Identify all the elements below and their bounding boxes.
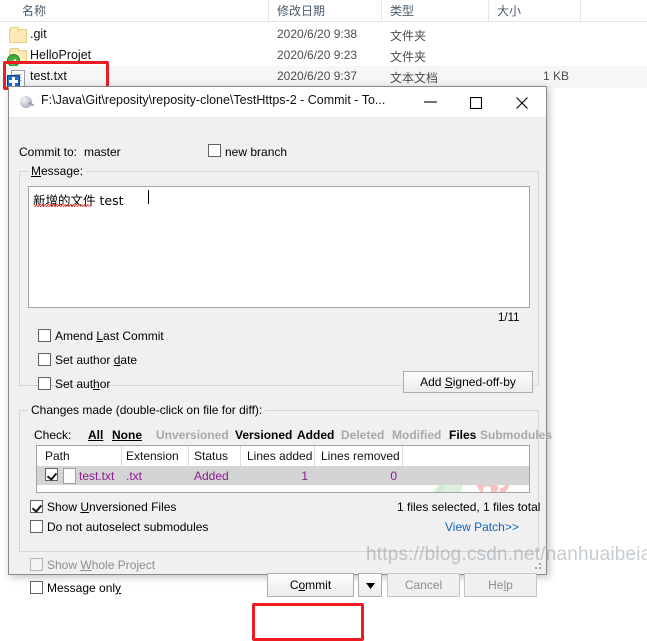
show-unversioned-files-checkbox[interactable] <box>30 500 43 513</box>
do-not-autoselect-submodules-label[interactable]: Do not autoselect submodules <box>47 520 208 534</box>
commit-button[interactable]: Commit <box>267 573 354 597</box>
explorer-row-test-txt[interactable]: test.txt 2020/6/20 9:37 文本文档 1 KB <box>0 66 647 88</box>
file-modified: 2020/6/20 9:23 <box>277 48 358 62</box>
table-header-path[interactable]: Path <box>45 449 70 463</box>
maximize-icon <box>470 97 482 109</box>
column-divider[interactable] <box>381 0 382 21</box>
file-modified: 2020/6/20 9:37 <box>277 69 358 83</box>
file-icon <box>63 468 76 484</box>
cell-extension: .txt <box>126 469 143 483</box>
minimize-icon <box>424 101 437 103</box>
message-caption: Message: <box>28 164 87 178</box>
table-header-status[interactable]: Status <box>194 449 228 463</box>
cell-lines-added: 1 <box>301 469 308 483</box>
explorer-row-git[interactable]: .git 2020/6/20 9:38 文件夹 <box>0 24 647 46</box>
changes-table[interactable]: Path Extension Status Lines added Lines … <box>36 445 530 493</box>
check-link-submodules: Submodules <box>480 428 553 442</box>
amend-last-commit-checkbox[interactable] <box>38 329 51 342</box>
column-header-size[interactable]: 大小 <box>497 2 521 19</box>
show-whole-project-label: Show Whole Project <box>47 558 156 572</box>
row-checkbox[interactable] <box>45 468 58 481</box>
file-type: 文件夹 <box>390 50 427 64</box>
new-branch-label[interactable]: new branch <box>225 145 287 159</box>
show-unversioned-files-label[interactable]: Show Unversioned Files <box>47 500 176 514</box>
help-button[interactable]: Help <box>464 573 537 597</box>
folder-modified-icon <box>7 48 27 67</box>
file-modified: 2020/6/20 9:38 <box>277 27 358 41</box>
check-link-versioned[interactable]: Versioned <box>235 428 292 442</box>
column-divider[interactable] <box>268 0 269 21</box>
amend-last-commit-label[interactable]: Amend Last Commit <box>55 329 164 343</box>
table-header-lines-removed[interactable]: Lines removed <box>321 449 400 463</box>
cell-lines-removed: 0 <box>390 469 397 483</box>
set-author-checkbox[interactable] <box>38 377 51 390</box>
do-not-autoselect-submodules-checkbox[interactable] <box>30 520 43 533</box>
table-header-extension[interactable]: Extension <box>126 449 179 463</box>
file-name: .git <box>30 27 47 41</box>
cancel-button[interactable]: Cancel <box>387 573 460 597</box>
dialog-body: Commit to: master new branch Message: 新增… <box>9 118 552 597</box>
tortoisegit-icon <box>18 94 35 110</box>
column-header-type[interactable]: 类型 <box>390 2 414 19</box>
annotation-highlight-commit-button <box>252 603 364 641</box>
show-whole-project-checkbox <box>30 558 43 571</box>
file-name: HelloProjet <box>30 48 92 62</box>
message-only-checkbox[interactable] <box>30 581 43 594</box>
commit-message-input[interactable]: 新增的文件 test <box>28 186 530 308</box>
text-file-added-icon <box>7 69 26 88</box>
check-link-modified: Modified <box>392 428 442 442</box>
set-author-date-label[interactable]: Set author date <box>55 353 137 367</box>
check-link-all[interactable]: All <box>88 428 103 442</box>
selection-summary: 1 files selected, 1 files total <box>397 500 541 514</box>
check-label: Check: <box>34 428 72 442</box>
file-type: 文本文档 <box>390 71 439 85</box>
set-author-date-checkbox[interactable] <box>38 353 51 366</box>
check-link-deleted: Deleted <box>341 428 385 442</box>
dialog-title: F:\Java\Git\reposity\reposity-clone\Test… <box>41 93 386 107</box>
commit-dropdown-button[interactable] <box>358 573 382 597</box>
text-caret <box>148 190 149 204</box>
set-author-label[interactable]: Set author <box>55 377 110 391</box>
view-patch-link[interactable]: View Patch>> <box>445 520 519 534</box>
explorer-column-header: 名称 修改日期 类型 大小 <box>0 0 647 22</box>
folder-icon <box>9 27 27 43</box>
message-only-label[interactable]: Message only <box>47 581 121 595</box>
file-name: test.txt <box>30 69 67 83</box>
dialog-title-bar[interactable]: F:\Java\Git\reposity\reposity-clone\Test… <box>9 87 546 118</box>
file-size: 1 KB <box>542 69 569 83</box>
column-divider[interactable] <box>580 0 581 21</box>
cell-status: Added <box>194 469 229 483</box>
spellcheck-underline <box>34 204 91 207</box>
column-divider[interactable] <box>488 0 489 21</box>
branch-name: master <box>84 145 121 159</box>
check-link-files[interactable]: Files <box>449 428 476 442</box>
chevron-down-icon <box>365 582 375 589</box>
close-button[interactable] <box>500 87 546 116</box>
page-watermark: https://blog.csdn.net/nanhuaibeian <box>366 544 647 565</box>
table-row[interactable]: test.txt .txt Added 1 0 <box>37 466 529 485</box>
changes-caption: Changes made (double-click on file for d… <box>28 403 266 417</box>
add-signed-off-by-button[interactable]: Add Signed-off-by <box>403 371 533 393</box>
commit-dialog: F:\Java\Git\reposity\reposity-clone\Test… <box>8 86 552 641</box>
check-link-unversioned: Unversioned <box>156 428 229 442</box>
maximize-button[interactable] <box>454 87 500 116</box>
commit-to-label: Commit to: <box>19 145 78 159</box>
minimize-button[interactable] <box>408 87 454 116</box>
check-link-added[interactable]: Added <box>297 428 334 442</box>
column-header-name[interactable]: 名称 <box>22 2 46 19</box>
message-counter: 1/11 <box>498 312 520 324</box>
explorer-row-helloprojet[interactable]: HelloProjet 2020/6/20 9:23 文件夹 <box>0 45 647 67</box>
file-type: 文件夹 <box>390 29 427 43</box>
check-link-none[interactable]: None <box>112 428 142 442</box>
table-header-lines-added[interactable]: Lines added <box>247 449 312 463</box>
cell-path: test.txt <box>79 469 115 483</box>
new-branch-checkbox[interactable] <box>208 144 221 157</box>
column-header-modified[interactable]: 修改日期 <box>277 2 325 19</box>
close-icon <box>516 97 528 109</box>
